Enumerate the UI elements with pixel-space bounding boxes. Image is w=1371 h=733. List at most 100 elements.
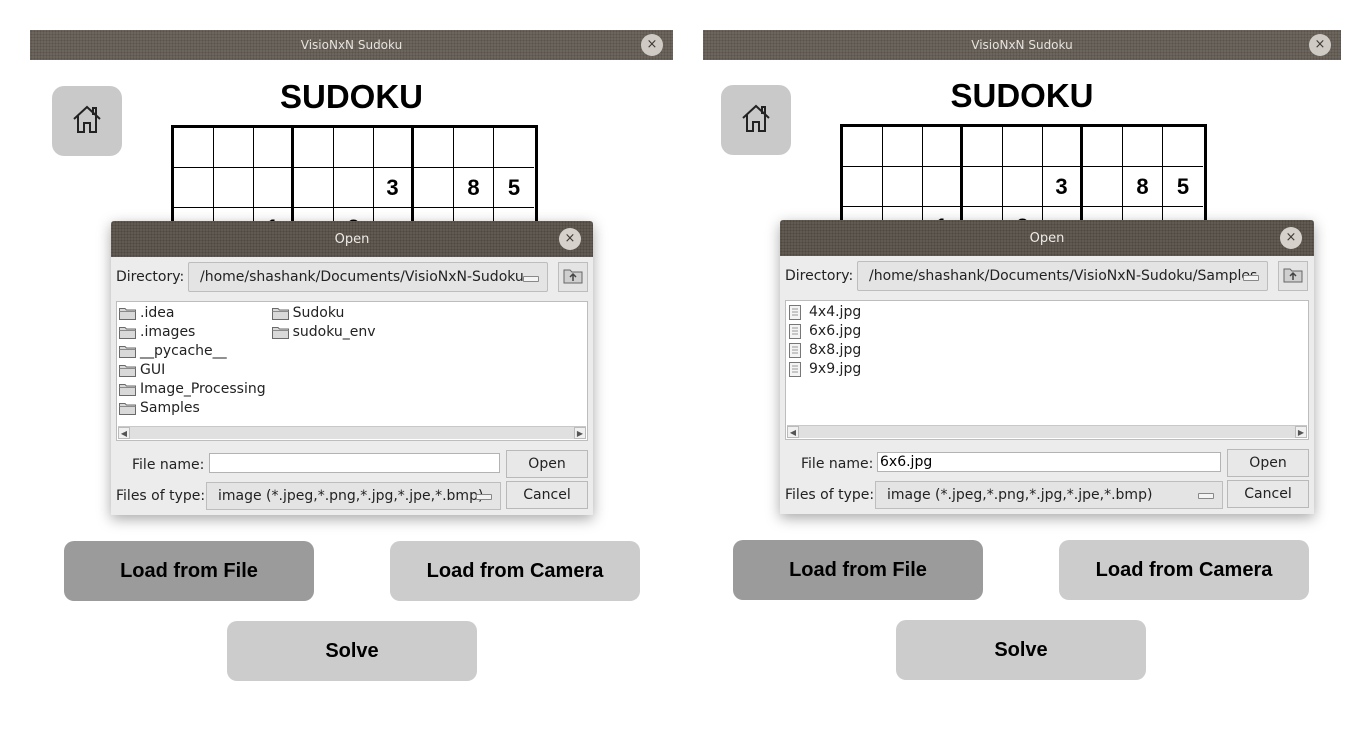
file-type-label: Files of type: xyxy=(785,487,875,503)
open-file-dialog: Open × Directory: /home/shashank/Documen… xyxy=(780,220,1314,514)
load-from-file-button[interactable]: Load from File xyxy=(64,541,314,601)
list-item[interactable]: GUI xyxy=(119,361,266,380)
grid-cell[interactable] xyxy=(214,168,254,208)
folder-up-icon xyxy=(563,266,583,288)
file-type-label: Files of type: xyxy=(116,488,206,504)
grid-cell[interactable]: 8 xyxy=(1123,167,1163,207)
list-item[interactable]: .idea xyxy=(119,304,266,323)
file-name-input[interactable] xyxy=(877,452,1221,472)
grid-cell[interactable] xyxy=(923,167,963,207)
list-item[interactable]: Samples xyxy=(119,399,266,418)
grid-cell[interactable] xyxy=(414,168,454,208)
dropdown-indicator-icon xyxy=(1243,275,1259,281)
list-item-label: .idea xyxy=(140,305,175,321)
parent-directory-button[interactable] xyxy=(558,262,588,292)
dialog-titlebar[interactable]: Open × xyxy=(111,221,593,257)
grid-cell[interactable]: 5 xyxy=(494,168,534,208)
app-window-left: VisioNxN Sudoku × SUDOKU 38512 Open × Di… xyxy=(30,30,673,720)
scroll-left-icon[interactable]: ◀ xyxy=(787,426,799,438)
list-item[interactable]: Image_Processing xyxy=(119,380,266,399)
grid-cell[interactable] xyxy=(963,127,1003,167)
parent-directory-button[interactable] xyxy=(1278,261,1308,291)
grid-cell[interactable] xyxy=(174,128,214,168)
list-item[interactable]: .images xyxy=(119,323,266,342)
file-list-column-2: Sudoku sudoku_env xyxy=(271,304,376,418)
grid-cell[interactable] xyxy=(414,128,454,168)
solve-button[interactable]: Solve xyxy=(896,620,1146,680)
grid-row: 385 xyxy=(843,167,1204,207)
load-from-camera-button[interactable]: Load from Camera xyxy=(390,541,640,601)
grid-cell[interactable] xyxy=(1083,167,1123,207)
file-name-input[interactable] xyxy=(209,453,500,473)
grid-cell[interactable] xyxy=(294,168,334,208)
grid-row xyxy=(843,127,1204,167)
grid-cell[interactable] xyxy=(923,127,963,167)
window-titlebar[interactable]: VisioNxN Sudoku × xyxy=(703,30,1341,60)
grid-cell[interactable] xyxy=(214,128,254,168)
directory-select[interactable]: /home/shashank/Documents/VisioNxN-Sudoku xyxy=(188,262,548,292)
scroll-right-icon[interactable]: ▶ xyxy=(574,427,586,439)
grid-cell[interactable] xyxy=(1003,127,1043,167)
list-item-label: 4x4.jpg xyxy=(809,304,862,320)
directory-select[interactable]: /home/shashank/Documents/VisioNxN-Sudoku… xyxy=(857,261,1268,291)
grid-cell[interactable] xyxy=(843,127,883,167)
dialog-close-button[interactable]: × xyxy=(559,228,581,250)
load-from-camera-button[interactable]: Load from Camera xyxy=(1059,540,1309,600)
grid-cell[interactable] xyxy=(1163,127,1203,167)
open-button[interactable]: Open xyxy=(1227,449,1309,477)
list-item[interactable]: 6x6.jpg xyxy=(788,322,861,341)
grid-cell[interactable] xyxy=(294,128,334,168)
cancel-button[interactable]: Cancel xyxy=(506,481,588,509)
list-item[interactable]: 8x8.jpg xyxy=(788,341,861,360)
grid-cell[interactable] xyxy=(494,128,534,168)
grid-cell[interactable] xyxy=(1083,127,1123,167)
grid-cell[interactable] xyxy=(963,167,1003,207)
grid-cell[interactable] xyxy=(883,167,923,207)
grid-cell[interactable] xyxy=(843,167,883,207)
file-list[interactable]: 4x4.jpg 6x6.jpg 8x8.jpg 9x9.jpg ◀ ▶ xyxy=(785,300,1309,440)
grid-cell[interactable] xyxy=(334,168,374,208)
grid-cell[interactable] xyxy=(374,128,414,168)
solve-button[interactable]: Solve xyxy=(227,621,477,681)
grid-cell[interactable]: 3 xyxy=(374,168,414,208)
grid-cell[interactable] xyxy=(334,128,374,168)
directory-value: /home/shashank/Documents/VisioNxN-Sudoku… xyxy=(869,268,1258,284)
scroll-right-icon[interactable]: ▶ xyxy=(1295,426,1307,438)
grid-cell[interactable] xyxy=(1043,127,1083,167)
file-list[interactable]: .idea .images __pycache__ GUI Image_Processi… xyxy=(116,301,588,441)
scroll-left-icon[interactable]: ◀ xyxy=(118,427,130,439)
grid-cell[interactable] xyxy=(1003,167,1043,207)
file-type-select[interactable]: image (*.jpeg,*.png,*.jpg,*.jpe,*.bmp) xyxy=(875,481,1223,509)
open-button[interactable]: Open xyxy=(506,450,588,478)
list-item[interactable]: sudoku_env xyxy=(271,323,376,342)
window-close-button[interactable]: × xyxy=(1309,34,1331,56)
list-item-label: Sudoku xyxy=(292,305,345,321)
list-item[interactable]: Sudoku xyxy=(271,304,376,323)
grid-cell[interactable] xyxy=(1123,127,1163,167)
grid-cell[interactable]: 8 xyxy=(454,168,494,208)
open-file-dialog: Open × Directory: /home/shashank/Documen… xyxy=(111,221,593,515)
list-item[interactable]: __pycache__ xyxy=(119,342,266,361)
horizontal-scrollbar[interactable]: ◀ ▶ xyxy=(118,426,586,439)
file-type-select[interactable]: image (*.jpeg,*.png,*.jpg,*.jpe,*.bmp) xyxy=(206,482,501,510)
window-title: VisioNxN Sudoku xyxy=(971,38,1073,52)
grid-cell[interactable] xyxy=(254,168,294,208)
grid-cell[interactable] xyxy=(174,168,214,208)
grid-cell[interactable]: 5 xyxy=(1163,167,1203,207)
horizontal-scrollbar[interactable]: ◀ ▶ xyxy=(787,425,1307,438)
window-close-button[interactable]: × xyxy=(641,34,663,56)
grid-cell[interactable] xyxy=(254,128,294,168)
grid-cell[interactable]: 3 xyxy=(1043,167,1083,207)
window-titlebar[interactable]: VisioNxN Sudoku × xyxy=(30,30,673,60)
grid-cell[interactable] xyxy=(883,127,923,167)
list-item[interactable]: 4x4.jpg xyxy=(788,303,861,322)
grid-cell[interactable] xyxy=(454,128,494,168)
list-item-label: Image_Processing xyxy=(140,381,266,397)
folder-icon xyxy=(271,307,290,321)
cancel-button[interactable]: Cancel xyxy=(1227,480,1309,508)
list-item-label: 9x9.jpg xyxy=(809,361,862,377)
dialog-titlebar[interactable]: Open × xyxy=(780,220,1314,256)
list-item[interactable]: 9x9.jpg xyxy=(788,360,861,379)
dialog-close-button[interactable]: × xyxy=(1280,227,1302,249)
load-from-file-button[interactable]: Load from File xyxy=(733,540,983,600)
